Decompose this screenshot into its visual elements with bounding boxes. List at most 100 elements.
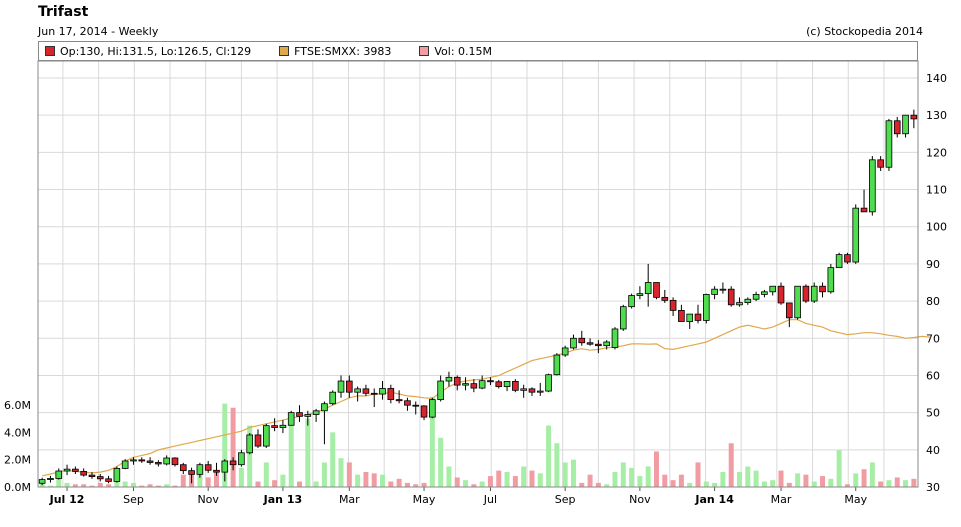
candle-body: [346, 380, 353, 393]
candle-body: [279, 424, 287, 428]
candle-body: [312, 410, 320, 415]
volume-bar: [338, 458, 344, 487]
candle-body: [852, 207, 860, 263]
candle-body: [702, 293, 710, 321]
volume-bar: [720, 471, 726, 487]
candle-body: [636, 293, 644, 296]
candle-body: [379, 388, 386, 395]
candle-body: [271, 425, 278, 428]
candle-body: [296, 412, 303, 417]
volume-bar: [255, 481, 261, 487]
candle-body: [595, 343, 602, 347]
volume-bar: [554, 443, 560, 487]
candle-body: [196, 464, 204, 475]
volume-bar: [579, 482, 585, 487]
candle-body: [221, 460, 229, 473]
volume-bar: [479, 481, 485, 487]
volume-bar: [380, 474, 386, 487]
candle-body: [802, 285, 810, 302]
candle-body: [910, 114, 918, 120]
volume-tick-label: 4.0M: [4, 426, 31, 439]
y-tick-label: 70: [926, 332, 940, 345]
candle-body: [55, 470, 63, 479]
volume-bar: [463, 480, 469, 487]
candle-body: [387, 388, 395, 401]
candle-body: [869, 159, 876, 213]
volume-bar: [180, 474, 186, 487]
volume-bar: [346, 462, 352, 487]
y-tick-label: 80: [926, 295, 940, 308]
candle-body: [628, 295, 635, 308]
volume-bar: [869, 462, 875, 487]
candle-body: [80, 470, 87, 476]
volume-bar: [305, 418, 311, 487]
volume-tick-label: 2.0M: [4, 454, 31, 467]
candle-body: [445, 376, 453, 382]
candle-body: [213, 469, 220, 473]
candle-body: [404, 400, 411, 406]
volume-bar: [205, 477, 211, 487]
volume-bar: [404, 482, 410, 487]
volume-bar: [238, 467, 244, 487]
candle-body: [520, 388, 527, 391]
candle-body: [719, 288, 727, 291]
candle-body: [570, 337, 577, 349]
x-tick-label: Jul 12: [49, 493, 85, 506]
candle-body: [794, 285, 801, 319]
volume-bar: [770, 480, 776, 487]
candle-body: [611, 328, 619, 348]
candle-body: [146, 460, 154, 463]
volume-tick-label: 6.0M: [4, 399, 31, 412]
volume-bar: [396, 478, 402, 487]
volume-bar: [504, 471, 510, 487]
candle-body: [669, 299, 677, 311]
volume-bar: [313, 481, 319, 487]
candle-body: [72, 468, 79, 472]
y-tick-label: 140: [926, 72, 947, 85]
volume-bar: [654, 451, 659, 487]
candle-body: [229, 460, 237, 466]
volume-bar: [670, 480, 676, 487]
y-tick-label: 130: [926, 109, 947, 122]
volume-bar: [546, 425, 552, 487]
candle-body: [420, 405, 428, 418]
volume-bar: [712, 482, 718, 487]
candle-body: [619, 306, 627, 330]
y-tick-label: 60: [926, 369, 940, 382]
candle-body: [844, 254, 851, 263]
volume-bar: [496, 470, 502, 487]
volume-bar: [330, 432, 336, 487]
volume-bar: [728, 443, 734, 487]
volume-bar: [363, 471, 369, 487]
candle-body: [113, 468, 121, 482]
candle-body: [819, 285, 826, 293]
candle-body: [254, 434, 262, 447]
volume-bar: [803, 474, 809, 487]
candle-body: [121, 460, 129, 469]
candle-body: [437, 380, 444, 401]
candle-body: [63, 468, 71, 472]
volume-bar: [487, 476, 493, 487]
candle-body: [287, 412, 295, 426]
volume-bar: [371, 473, 377, 487]
candle-body: [370, 392, 378, 395]
volume-bar: [795, 473, 801, 487]
x-tick-label: Mar: [771, 493, 792, 506]
volume-bar: [678, 474, 684, 487]
candle-body: [860, 207, 868, 213]
y-tick-label: 120: [926, 146, 947, 159]
candle-body: [653, 282, 660, 298]
y-tick-label: 40: [926, 444, 940, 457]
y-tick-label: 100: [926, 221, 947, 234]
volume-bar: [911, 478, 917, 487]
candle-body: [304, 414, 312, 417]
candle-body: [238, 452, 245, 466]
candle-body: [138, 459, 146, 462]
candle-body: [179, 464, 187, 472]
candle-body: [694, 313, 702, 321]
candle-body: [893, 120, 901, 135]
volume-bar: [786, 482, 792, 487]
volume-bar: [861, 469, 867, 487]
volume-bar: [288, 415, 294, 487]
volume-bar: [130, 482, 136, 487]
